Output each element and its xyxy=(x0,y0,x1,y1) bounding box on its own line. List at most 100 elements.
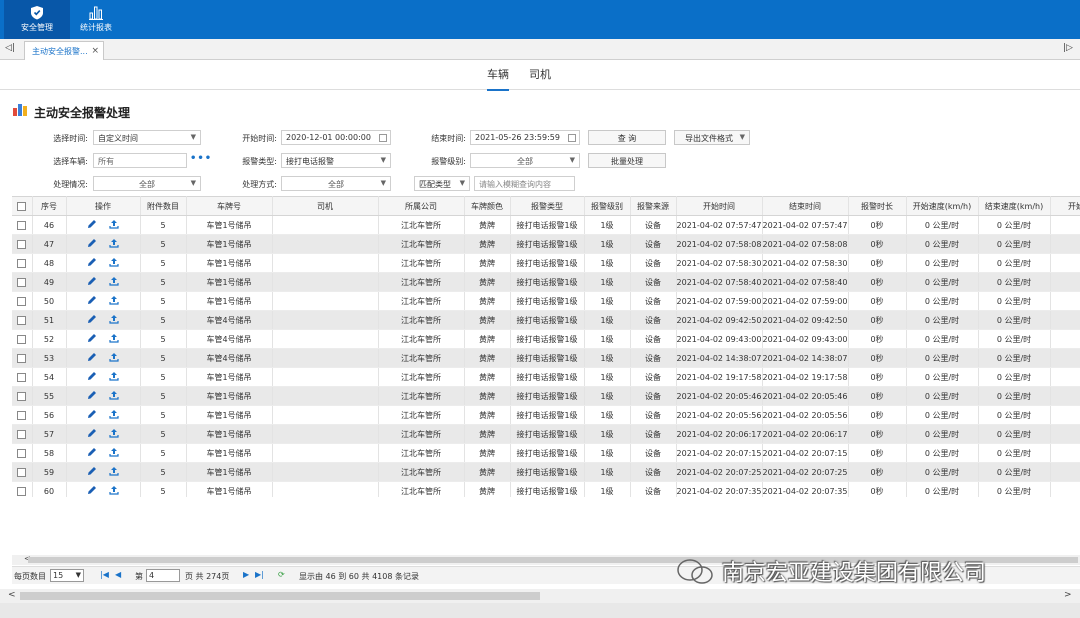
upload-icon[interactable] xyxy=(109,371,119,383)
last-page-icon[interactable]: ▶| xyxy=(255,570,264,579)
calendar-icon[interactable] xyxy=(568,134,576,142)
table-row[interactable]: 55 5 车管1号储吊 江北车管所 黄牌 接打电话报警1级 1级 设备 2021-04-02 2… xyxy=(12,386,1080,406)
row-checkbox[interactable] xyxy=(17,277,27,287)
upload-icon[interactable] xyxy=(109,409,119,421)
table-row[interactable]: 56 5 车管1号储吊 江北车管所 黄牌 接打电话报警1级 1级 设备 2021-04-02 2… xyxy=(12,405,1080,425)
refresh-icon[interactable]: ⟳ xyxy=(278,570,285,579)
column-header[interactable]: 序号 xyxy=(32,196,67,216)
alarm-type-dropdown[interactable]: 接打电话报警 ▼ xyxy=(281,153,391,168)
row-checkbox[interactable] xyxy=(17,448,27,458)
alarm-level-dropdown[interactable]: 全部 ▼ xyxy=(470,153,580,168)
query-button[interactable]: 查 询 xyxy=(588,130,666,145)
table-row[interactable]: 53 5 车管4号储吊 江北车管所 黄牌 接打电话报警1级 1级 设备 2021-04-02 1… xyxy=(12,348,1080,368)
table-row[interactable]: 49 5 车管1号储吊 江北车管所 黄牌 接打电话报警1级 1级 设备 2021-04-02 0… xyxy=(12,272,1080,292)
edit-icon[interactable] xyxy=(87,447,97,459)
next-page-icon[interactable]: ▶ xyxy=(243,570,249,579)
edit-icon[interactable] xyxy=(87,219,97,231)
column-header[interactable]: 附件数目 xyxy=(140,196,187,216)
row-checkbox[interactable] xyxy=(17,391,27,401)
table-row[interactable]: 54 5 车管1号储吊 江北车管所 黄牌 接打电话报警1级 1级 设备 2021-04-02 1… xyxy=(12,367,1080,387)
table-row[interactable]: 52 5 车管4号储吊 江北车管所 黄牌 接打电话报警1级 1级 设备 2021-04-02 0… xyxy=(12,329,1080,349)
page-horizontal-scrollbar[interactable]: < > xyxy=(0,589,1080,603)
edit-icon[interactable] xyxy=(87,352,97,364)
edit-icon[interactable] xyxy=(87,314,97,326)
upload-icon[interactable] xyxy=(109,447,119,459)
upload-icon[interactable] xyxy=(109,390,119,402)
column-header[interactable]: 结束时间 xyxy=(762,196,849,216)
edit-icon[interactable] xyxy=(87,333,97,345)
row-checkbox[interactable] xyxy=(17,467,27,477)
row-checkbox[interactable] xyxy=(17,239,27,249)
row-checkbox[interactable] xyxy=(17,353,27,363)
upload-icon[interactable] xyxy=(109,276,119,288)
column-header[interactable]: 报警时长 xyxy=(848,196,907,216)
column-header[interactable]: 报警类型 xyxy=(510,196,585,216)
row-checkbox[interactable] xyxy=(17,258,27,268)
start-time-input[interactable]: 2020-12-01 00:00:00 xyxy=(281,130,391,145)
column-header[interactable]: 开始速度(km/h) xyxy=(906,196,979,216)
column-header[interactable]: 车牌号 xyxy=(186,196,273,216)
column-header[interactable]: 开始时间 xyxy=(676,196,763,216)
scroll-left-icon[interactable]: < xyxy=(8,590,16,600)
nav-safety-management[interactable]: 安全管理 xyxy=(4,0,70,39)
edit-icon[interactable] xyxy=(87,238,97,250)
table-row[interactable]: 48 5 车管1号储吊 江北车管所 黄牌 接打电话报警1级 1级 设备 2021-04-02 0… xyxy=(12,253,1080,273)
upload-icon[interactable] xyxy=(109,352,119,364)
upload-icon[interactable] xyxy=(109,238,119,250)
calendar-icon[interactable] xyxy=(379,134,387,142)
upload-icon[interactable] xyxy=(109,257,119,269)
column-header[interactable]: 开始 xyxy=(1050,196,1080,216)
upload-icon[interactable] xyxy=(109,219,119,231)
edit-icon[interactable] xyxy=(87,371,97,383)
edit-icon[interactable] xyxy=(87,428,97,440)
row-checkbox[interactable] xyxy=(17,372,27,382)
column-header[interactable]: 司机 xyxy=(272,196,379,216)
column-header[interactable]: 报警来源 xyxy=(630,196,677,216)
scroll-right-icon[interactable]: > xyxy=(1064,590,1072,600)
edit-icon[interactable] xyxy=(87,276,97,288)
nav-statistics-report[interactable]: 统计报表 xyxy=(63,0,129,39)
page-number-input[interactable]: 4 xyxy=(146,569,180,582)
edit-icon[interactable] xyxy=(87,466,97,478)
upload-icon[interactable] xyxy=(109,333,119,345)
column-header[interactable]: 所属公司 xyxy=(378,196,465,216)
upload-icon[interactable] xyxy=(109,295,119,307)
time-select-dropdown[interactable]: 自定义时间 ▼ xyxy=(93,130,201,145)
upload-icon[interactable] xyxy=(109,466,119,478)
edit-icon[interactable] xyxy=(87,295,97,307)
column-header[interactable]: 结束速度(km/h) xyxy=(978,196,1051,216)
tab-scroll-right-icon[interactable]: |▷ xyxy=(1062,43,1074,53)
table-row[interactable]: 51 5 车管4号储吊 江北车管所 黄牌 接打电话报警1级 1级 设备 2021-04-02 0… xyxy=(12,310,1080,330)
edit-icon[interactable] xyxy=(87,409,97,421)
row-checkbox[interactable] xyxy=(17,296,27,306)
tab-scroll-left-icon[interactable]: ◁| xyxy=(4,43,16,53)
upload-icon[interactable] xyxy=(109,314,119,326)
scrollbar-thumb[interactable] xyxy=(20,592,540,600)
table-row[interactable]: 59 5 车管1号储吊 江北车管所 黄牌 接打电话报警1级 1级 设备 2021-04-02 2… xyxy=(12,462,1080,482)
tab-active-safety-alarm[interactable]: 主动安全报警... × xyxy=(24,41,104,60)
table-row[interactable]: 60 5 车管1号储吊 江北车管所 黄牌 接打电话报警1级 1级 设备 2021-04-02 2… xyxy=(12,481,1080,497)
row-checkbox[interactable] xyxy=(17,315,27,325)
fuzzy-search-input[interactable]: 请输入模糊查询内容 xyxy=(474,176,575,191)
row-checkbox[interactable] xyxy=(17,334,27,344)
subtab-driver[interactable]: 司机 xyxy=(529,66,551,89)
prev-page-icon[interactable]: ◀ xyxy=(115,570,121,579)
edit-icon[interactable] xyxy=(87,257,97,269)
row-checkbox[interactable] xyxy=(17,410,27,420)
edit-icon[interactable] xyxy=(87,390,97,402)
batch-process-button[interactable]: 批量处理 xyxy=(588,153,666,168)
upload-icon[interactable] xyxy=(109,485,119,497)
match-type-dropdown[interactable]: 匹配类型 ▼ xyxy=(414,176,470,191)
export-format-dropdown[interactable]: 导出文件格式 ▼ xyxy=(674,130,750,145)
table-row[interactable]: 58 5 车管1号储吊 江北车管所 黄牌 接打电话报警1级 1级 设备 2021-04-02 2… xyxy=(12,443,1080,463)
row-checkbox[interactable] xyxy=(17,486,27,496)
row-checkbox[interactable] xyxy=(17,220,27,230)
first-page-icon[interactable]: |◀ xyxy=(100,570,109,579)
column-header[interactable]: 车牌颜色 xyxy=(464,196,511,216)
table-row[interactable]: 47 5 车管1号储吊 江北车管所 黄牌 接打电话报警1级 1级 设备 2021-04-02 0… xyxy=(12,234,1080,254)
table-row[interactable]: 50 5 车管1号储吊 江北车管所 黄牌 接打电话报警1级 1级 设备 2021-04-02 0… xyxy=(12,291,1080,311)
table-row[interactable]: 57 5 车管1号储吊 江北车管所 黄牌 接打电话报警1级 1级 设备 2021-04-02 2… xyxy=(12,424,1080,444)
process-status-dropdown[interactable]: 全部 ▼ xyxy=(93,176,201,191)
vehicle-select-input[interactable]: 所有 xyxy=(93,153,187,168)
column-header[interactable]: 报警级别 xyxy=(584,196,631,216)
